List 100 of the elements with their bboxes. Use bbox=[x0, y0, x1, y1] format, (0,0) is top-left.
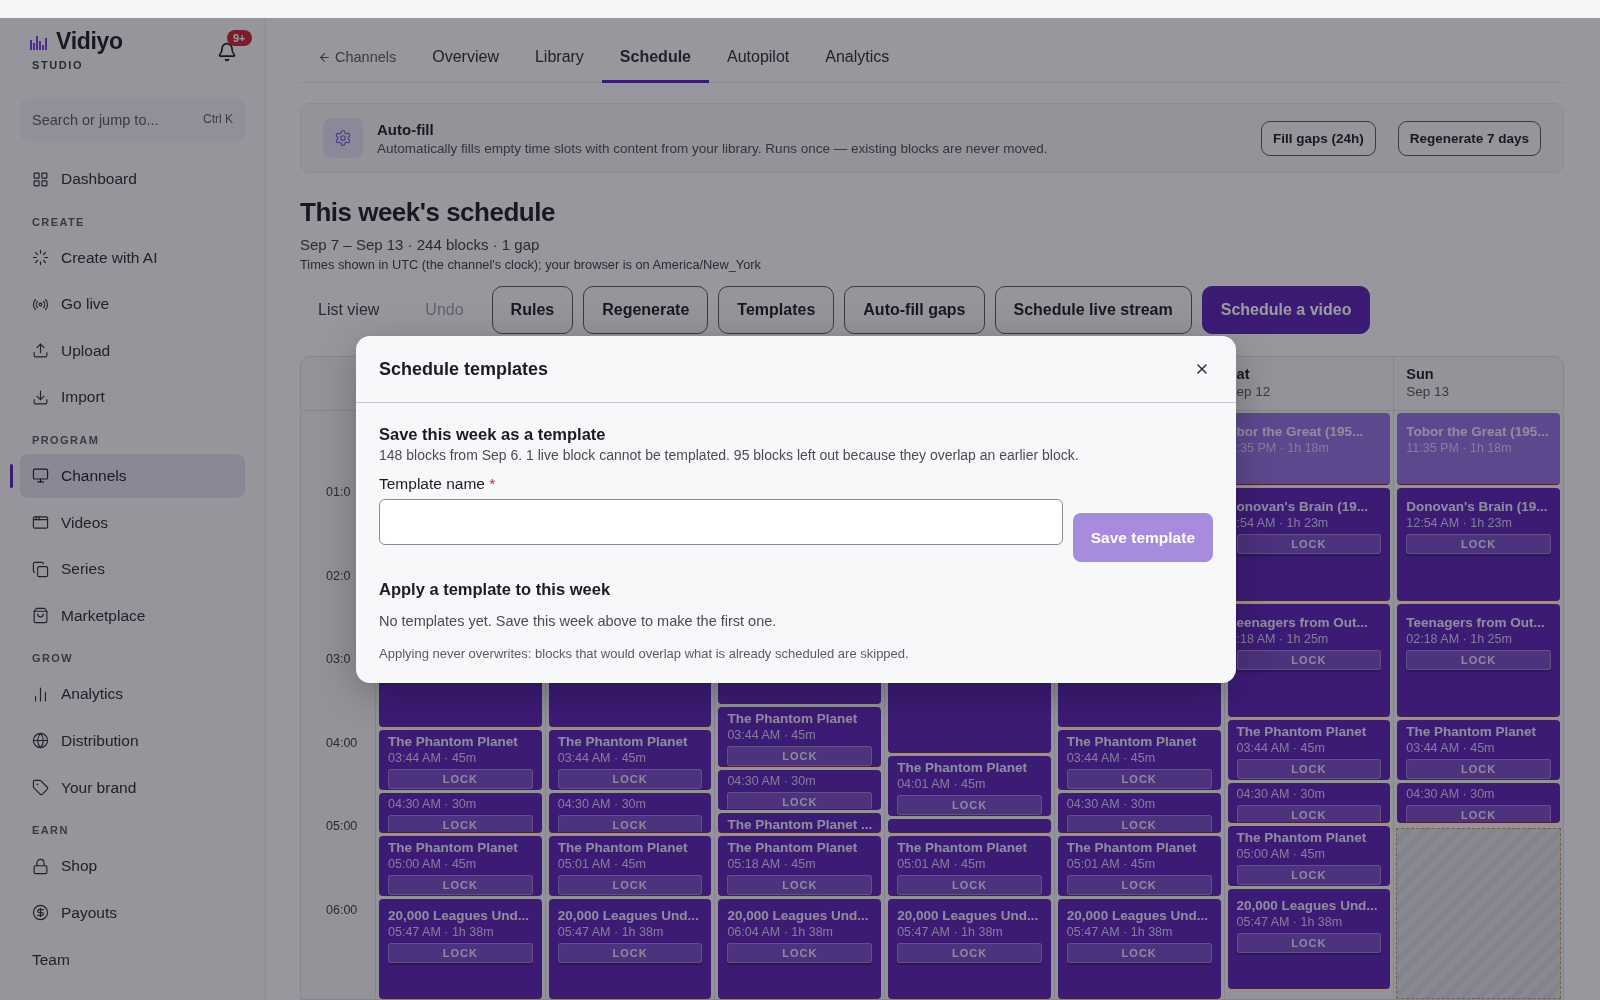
tab[interactable]: Overview bbox=[414, 38, 517, 83]
schedule-block[interactable]: 04:30 AM · 30m LOCK bbox=[718, 770, 882, 810]
bag-icon bbox=[32, 607, 49, 625]
schedule-block[interactable]: The Phantom Planet 03:44 AM · 45m LOCK bbox=[1057, 730, 1221, 790]
toolbar-button[interactable]: Auto-fill gaps bbox=[844, 286, 985, 334]
template-name-field[interactable] bbox=[379, 499, 1063, 545]
block-title: 20,000 Leagues Und... bbox=[897, 907, 1040, 924]
schedule-block[interactable]: Donovan's Brain (19... 12:54 AM · 1h 23m LOCK bbox=[1397, 488, 1560, 601]
time-label: 03:0 bbox=[325, 652, 352, 668]
grid-icon bbox=[32, 170, 49, 188]
card-button[interactable]: Regenerate 7 days bbox=[1397, 120, 1541, 156]
schedule-block[interactable]: Teenagers from Out... 02:18 AM · 1h 25m LOCK bbox=[1397, 604, 1560, 717]
block-title: The Phantom Planet bbox=[388, 839, 519, 856]
block-time: 04:30 AM · 30m bbox=[727, 773, 817, 789]
schedule-block[interactable]: 04:30 AM · 30m LOCK bbox=[1397, 783, 1560, 823]
timezone-note: Times shown in UTC (the channel's clock); your browser is on America/New_York bbox=[300, 257, 762, 272]
section-description: 148 blocks from Sep 6. 1 live block cannot be templated. 95 blocks left out because they overlap an earlier block. bbox=[379, 447, 1080, 463]
time-label: 01:0 bbox=[325, 485, 352, 501]
block-time: 04:30 AM · 30m bbox=[1236, 786, 1326, 802]
schedule-block[interactable]: The Phantom Planet 03:44 AM · 45m LOCK bbox=[548, 730, 712, 790]
dialog-title: Schedule templates bbox=[379, 358, 549, 380]
nav-item[interactable]: Series bbox=[20, 547, 245, 592]
nav-item[interactable]: Distribution bbox=[20, 718, 245, 763]
card-description: Automatically fills empty time slots with content from your library. Runs once — existing blocks are never moved. bbox=[377, 140, 1049, 156]
schedule-block[interactable]: The Phantom Planet 03:44 AM · 45m LOCK bbox=[1227, 720, 1391, 780]
schedule-block[interactable]: eenagers from Out... :18 AM · 1h 25m LOCK bbox=[1227, 604, 1391, 717]
notification-badge: 9+ bbox=[227, 30, 252, 46]
schedule-block[interactable]: The Phantom Planet ... bbox=[718, 813, 882, 833]
card-button[interactable]: Fill gaps (24h) bbox=[1260, 120, 1376, 156]
tab[interactable]: Library bbox=[516, 38, 602, 83]
tab[interactable]: Schedule bbox=[601, 38, 709, 83]
schedule-block[interactable]: The Phantom Planet 05:00 AM · 45m LOCK bbox=[379, 836, 542, 896]
block-title: 20,000 Leagues Und... bbox=[1066, 907, 1209, 924]
schedule-block[interactable]: The Phantom Planet 05:00 AM · 45m LOCK bbox=[1227, 826, 1391, 886]
schedule-block[interactable]: 04:30 AM · 30m LOCK bbox=[1227, 783, 1391, 823]
schedule-block[interactable]: 20,000 Leagues Und... 05:47 AM · 1h 38m LOCK bbox=[1227, 889, 1391, 989]
tab[interactable]: Analytics bbox=[807, 38, 908, 83]
day-name: Sun bbox=[1406, 366, 1435, 382]
nav-item[interactable]: Go live bbox=[20, 282, 245, 327]
block-time: 05:47 AM · 1h 38m bbox=[897, 924, 1004, 940]
tab[interactable]: Autopilot bbox=[709, 38, 808, 83]
nav-item[interactable]: Upload bbox=[20, 328, 245, 373]
nav-item[interactable]: Your brand bbox=[20, 765, 245, 810]
block-time: 05:47 AM · 1h 38m bbox=[388, 924, 495, 940]
block-title: The Phantom Planet bbox=[557, 839, 689, 856]
back-link[interactable]: Channels bbox=[300, 38, 415, 83]
block-time: 06:04 AM · 1h 38m bbox=[727, 924, 835, 940]
schedule-block[interactable]: 20,000 Leagues Und... 05:47 AM · 1h 38m LOCK bbox=[379, 899, 542, 999]
card-title: Auto-fill bbox=[377, 120, 435, 138]
schedule-summary: Sep 7 – Sep 13 · 244 blocks · 1 gap bbox=[300, 236, 541, 253]
toolbar-button[interactable]: Regenerate bbox=[583, 286, 709, 334]
schedule-block[interactable]: 20,000 Leagues Und... 05:47 AM · 1h 38m LOCK bbox=[548, 899, 712, 999]
page-title: This week's schedule bbox=[300, 197, 556, 228]
schedule-block[interactable]: 04:30 AM · 30m LOCK bbox=[548, 793, 712, 833]
schedule-block[interactable]: The Phantom Planet 05:01 AM · 45m LOCK bbox=[888, 836, 1051, 896]
nav-section-label: EARN bbox=[31, 823, 70, 839]
block-time: 02:18 AM · 1h 25m bbox=[1406, 631, 1513, 647]
schedule-block[interactable]: The Phantom Planet 04:01 AM · 45m LOCK bbox=[888, 756, 1051, 816]
active-indicator bbox=[10, 463, 13, 488]
schedule-block[interactable]: 04:30 AM · 30m LOCK bbox=[379, 793, 542, 833]
schedule-block[interactable]: The Phantom Planet 05:01 AM · 45m LOCK bbox=[1057, 836, 1221, 896]
schedule-block[interactable]: The Phantom Planet 03:44 AM · 45m LOCK bbox=[379, 730, 542, 790]
schedule-block[interactable]: 20,000 Leagues Und... 05:47 AM · 1h 38m LOCK bbox=[888, 899, 1051, 999]
nav-item[interactable]: Import bbox=[20, 375, 245, 420]
block-title: 20,000 Leagues Und... bbox=[557, 907, 700, 924]
block-time: :54 AM · 1h 23m bbox=[1236, 515, 1330, 531]
nav-item[interactable]: Marketplace bbox=[20, 593, 245, 638]
block-time: 03:44 AM · 45m bbox=[1066, 750, 1157, 766]
block-time: 05:01 AM · 45m bbox=[897, 856, 987, 872]
block-time: 05:18 AM · 45m bbox=[727, 856, 817, 872]
schedule-block[interactable]: The Phantom Planet 03:44 AM · 45m LOCK bbox=[718, 707, 882, 767]
toolbar-button[interactable]: Schedule live stream bbox=[994, 286, 1192, 334]
nav-item[interactable]: Videos bbox=[20, 500, 245, 545]
nav-item[interactable]: Dashboard bbox=[20, 157, 245, 201]
schedule-block[interactable]: 04:30 AM · 30m LOCK bbox=[1057, 793, 1221, 833]
block-time: 05:01 AM · 45m bbox=[557, 856, 647, 872]
block-title: The Phantom Planet ... bbox=[727, 816, 873, 832]
block-title: bor the Great (195... bbox=[1236, 423, 1365, 440]
dollar-icon bbox=[32, 904, 49, 922]
block-title: The Phantom Planet bbox=[388, 733, 519, 750]
logo-icon bbox=[30, 33, 48, 50]
block-time: 04:30 AM · 30m bbox=[1066, 796, 1157, 812]
toolbar-button[interactable]: Schedule a video bbox=[1201, 286, 1371, 334]
schedule-block[interactable]: 20,000 Leagues Und... 05:47 AM · 1h 38m LOCK bbox=[1057, 899, 1221, 999]
nav-item[interactable]: Payouts bbox=[20, 890, 245, 935]
nav-item[interactable]: Create with AI bbox=[20, 235, 245, 280]
toolbar-button[interactable]: Templates bbox=[718, 286, 835, 334]
toolbar-button[interactable]: List view bbox=[300, 286, 398, 334]
back-arrow-icon bbox=[318, 50, 331, 64]
schedule-block[interactable]: The Phantom Planet 03:44 AM · 45m LOCK bbox=[1397, 720, 1560, 780]
block-time: 05:47 AM · 1h 38m bbox=[1066, 924, 1174, 940]
section-title: Apply a template to this week bbox=[379, 580, 612, 599]
nav-item[interactable]: Shop bbox=[20, 844, 245, 889]
nav-item[interactable]: Analytics bbox=[20, 672, 245, 717]
bell-icon[interactable] bbox=[217, 42, 237, 62]
toolbar-button[interactable]: Rules bbox=[491, 286, 574, 334]
schedule-block[interactable]: The Phantom Planet 05:01 AM · 45m LOCK bbox=[548, 836, 712, 896]
section-title: Save this week as a template bbox=[379, 425, 607, 444]
schedule-block[interactable]: The Phantom Planet 05:18 AM · 45m LOCK bbox=[718, 836, 882, 896]
schedule-block[interactable]: 20,000 Leagues Und... 06:04 AM · 1h 38m LOCK bbox=[718, 899, 882, 999]
